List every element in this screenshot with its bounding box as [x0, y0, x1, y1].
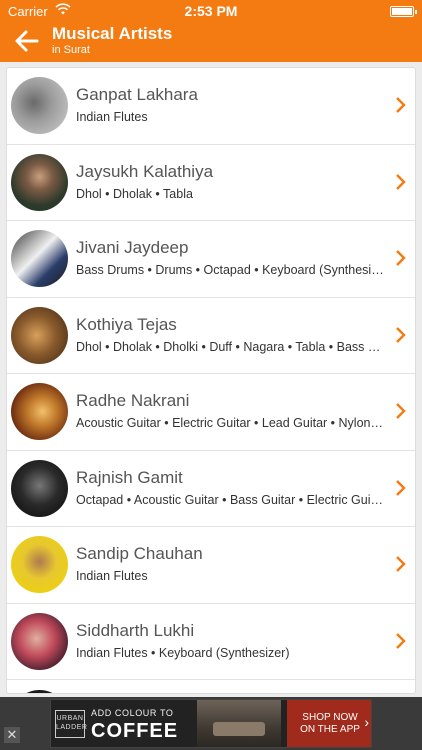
artist-name: Siddharth Lukhi	[76, 620, 195, 640]
ad-brand-line2: LADDER	[56, 724, 88, 731]
artist-instruments: Indian Flutes • Keyboard (Synthesizer)	[76, 645, 290, 660]
chevron-right-icon	[396, 326, 406, 343]
avatar	[11, 230, 68, 287]
chevron-right-icon: ›	[364, 714, 369, 730]
artist-row[interactable]: Sandip Chauhan Indian Flutes	[7, 527, 415, 604]
chevron-right-icon	[396, 403, 406, 419]
ad-cta-line1: SHOP NOW	[302, 712, 358, 723]
artist-row[interactable]: Jivani Jaydeep Bass Drums • Drums • Octa…	[7, 221, 415, 298]
artist-name: Ganpat Lakhara	[76, 85, 198, 104]
artist-name: Jivani Jaydeep	[76, 238, 189, 257]
ad-cta-line2: ON THE APP	[300, 724, 360, 735]
page-subtitle: in Surat	[52, 44, 90, 56]
artist-list: Ganpat Lakhara Indian Flutes Jaysukh Kal…	[6, 67, 416, 694]
artist-name: Kothiya Tejas	[76, 314, 177, 334]
artist-instruments: Octapad • Acoustic Guitar • Bass Guitar …	[76, 492, 385, 507]
chevron-right-icon	[396, 479, 406, 496]
artist-instruments: Dhol • Dholak • Dholki • Duff • Nagara •…	[76, 339, 385, 354]
ad-product-image	[197, 700, 281, 747]
avatar	[11, 306, 68, 364]
page-title: Musical Artists	[52, 24, 173, 43]
chevron-right-icon	[396, 632, 406, 649]
close-ad-button[interactable]: ✕	[4, 727, 20, 743]
avatar	[11, 383, 68, 440]
battery-icon	[390, 6, 417, 17]
clock: 2:53 PM	[184, 3, 238, 19]
artist-name: Jaysukh Kalathiya	[76, 161, 214, 181]
artist-row[interactable]: Rajnish Gamit Octapad • Acoustic Guitar …	[7, 451, 415, 527]
artist-row[interactable]: Jaysukh Kalathiya Dhol • Dholak • Tabla	[7, 145, 415, 221]
back-arrow-icon[interactable]	[14, 28, 44, 56]
avatar	[11, 690, 68, 693]
avatar	[11, 459, 68, 517]
artist-instruments: Dhol • Dholak • Tabla	[76, 186, 193, 201]
ad-brand-line1: URBAN	[56, 715, 84, 722]
artist-row[interactable]: Radhe Nakrani Acoustic Guitar • Electric…	[7, 374, 415, 451]
status-bar: Carrier 2:53 PM	[0, 0, 422, 22]
artist-instruments: Indian Flutes	[76, 110, 148, 124]
navigation-bar: Musical Artists in Surat	[0, 22, 422, 62]
artist-name: Rajnish Gamit	[76, 467, 183, 487]
chevron-right-icon	[396, 97, 406, 113]
avatar	[11, 536, 68, 593]
artist-row-partial[interactable]	[7, 680, 415, 693]
chevron-right-icon	[396, 250, 406, 266]
avatar	[11, 77, 68, 134]
artist-row[interactable]: Siddharth Lukhi Indian Flutes • Keyboard…	[7, 604, 415, 680]
artist-instruments: Acoustic Guitar • Electric Guitar • Lead…	[76, 416, 385, 430]
ad-banner[interactable]: URBAN LADDER ADD COLOUR TO COFFEE SHOP N…	[50, 699, 372, 748]
artist-row[interactable]: Ganpat Lakhara Indian Flutes	[7, 68, 415, 145]
chevron-right-icon	[396, 173, 406, 190]
ad-banner-bar: ✕ URBAN LADDER ADD COLOUR TO COFFEE SHOP…	[0, 697, 422, 750]
ad-headline: COFFEE	[91, 720, 179, 742]
artist-name: Radhe Nakrani	[76, 391, 190, 410]
artist-instruments: Bass Drums • Drums • Octapad • Keyboard …	[76, 263, 385, 277]
ad-brand-logo: URBAN LADDER	[55, 710, 88, 738]
artist-name: Sandip Chauhan	[76, 544, 203, 563]
artist-instruments: Indian Flutes	[76, 569, 148, 583]
ad-tagline: ADD COLOUR TO	[91, 708, 174, 718]
ad-cta-button[interactable]: SHOP NOW ON THE APP ›	[287, 700, 371, 747]
artist-row[interactable]: Kothiya Tejas Dhol • Dholak • Dholki • D…	[7, 298, 415, 374]
avatar	[11, 612, 68, 670]
chevron-right-icon	[396, 556, 406, 572]
avatar	[11, 153, 68, 211]
